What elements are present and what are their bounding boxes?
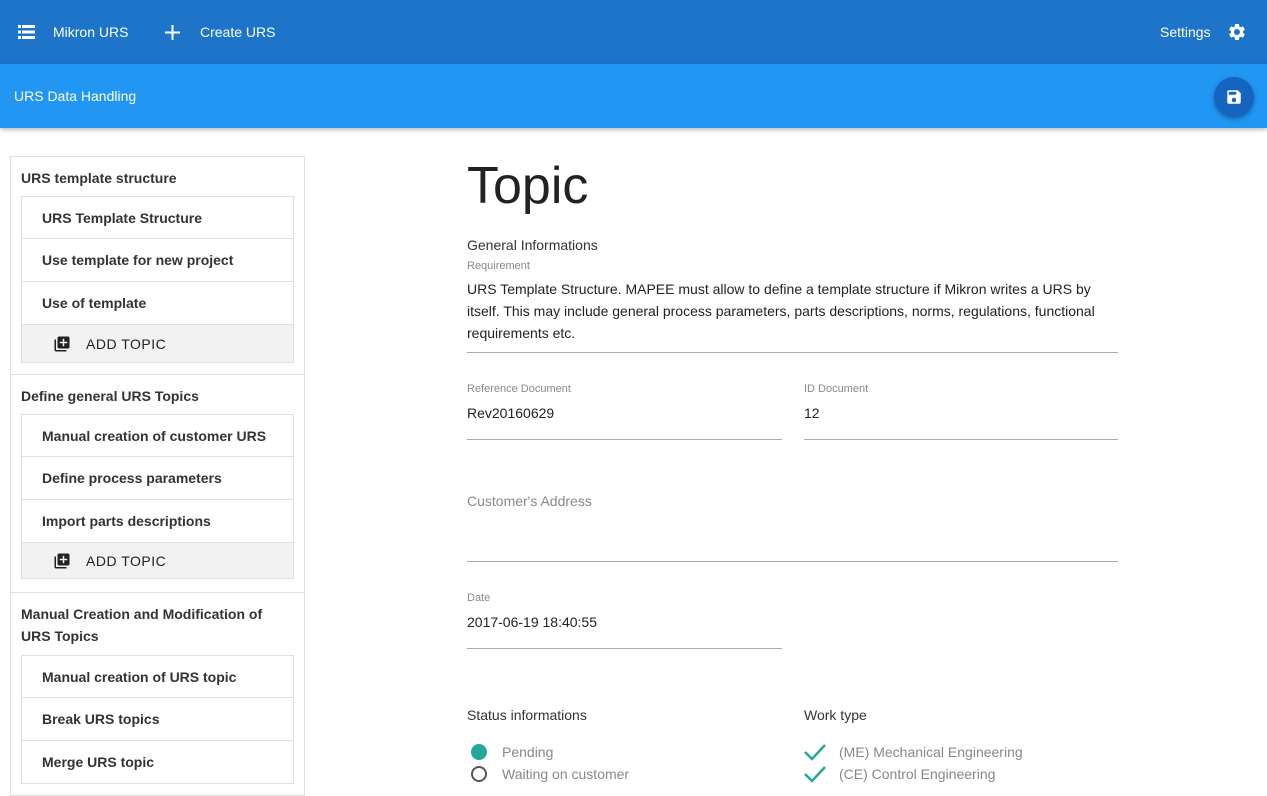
add-topic-label: ADD TOPIC — [86, 335, 167, 352]
sidebar-section-title: Manual Creation and Modification of URS … — [21, 606, 263, 644]
sidebar-topic-item[interactable]: Merge URS topic — [21, 741, 294, 784]
status-radio-waiting[interactable]: Waiting on customer — [471, 766, 629, 782]
page-toolbar-title: URS Data Handling — [14, 88, 137, 104]
sidebar-topic-item[interactable]: Use template for new project — [21, 239, 294, 282]
requirement-textarea[interactable]: URS Template Structure. MAPEE must allow… — [467, 278, 1118, 344]
date-input[interactable]: 2017-06-19 18:40:55 — [467, 611, 782, 633]
sidebar-topic-item[interactable]: Manual creation of URS topic — [21, 655, 294, 698]
check-icon — [804, 743, 826, 761]
requirement-label: Requirement — [467, 260, 530, 272]
settings-button[interactable]: Settings — [1160, 0, 1247, 64]
customer-address-input[interactable]: Customer's Address — [467, 493, 1118, 509]
worktype-option-label: (ME) Mechanical Engineering — [839, 744, 1023, 760]
customer-address-field[interactable]: Customer's Address — [467, 493, 1118, 562]
page-title: Topic — [467, 157, 589, 215]
sidebar-topic-item[interactable]: URS Template Structure — [21, 196, 294, 239]
date-field[interactable]: Date 2017-06-19 18:40:55 — [467, 592, 782, 649]
add-topic-button[interactable]: ADD TOPIC — [21, 543, 294, 579]
requirement-field[interactable]: Requirement URS Template Structure. MAPE… — [467, 260, 1118, 353]
general-informations-label: General Informations — [467, 237, 598, 253]
create-urs-button[interactable]: Create URS — [165, 0, 275, 64]
app-name[interactable]: Mikron URS — [53, 24, 128, 40]
radio-checked-icon — [471, 744, 487, 760]
add-topic-button[interactable]: ADD TOPIC — [21, 325, 294, 363]
sidebar-section: URS template structure URS Template Stru… — [11, 157, 304, 375]
top-app-bar: Mikron URS Create URS Settings — [0, 0, 1267, 64]
status-radio-pending[interactable]: Pending — [471, 744, 553, 760]
gear-icon — [1227, 22, 1247, 42]
sidebar-section: Manual Creation and Modification of URS … — [11, 593, 304, 794]
save-button[interactable] — [1214, 77, 1254, 117]
status-option-label: Pending — [502, 744, 554, 760]
topic-sidebar: URS template structure URS Template Stru… — [10, 156, 305, 796]
date-label: Date — [467, 592, 491, 604]
create-urs-label: Create URS — [200, 24, 276, 40]
sidebar-section-title: Define general URS Topics — [21, 388, 199, 404]
worktype-option-label: (CE) Control Engineering — [839, 766, 996, 782]
reference-document-label: Reference Document — [467, 383, 571, 395]
status-informations-label: Status informations — [467, 707, 587, 723]
id-document-field[interactable]: ID Document 12 — [804, 383, 1118, 440]
id-document-input[interactable]: 12 — [804, 402, 1118, 424]
add-to-queue-icon — [53, 552, 71, 570]
sidebar-topic-item[interactable]: Use of template — [21, 282, 294, 325]
radio-unchecked-icon — [471, 766, 487, 782]
app-menu-button[interactable]: Mikron URS — [18, 0, 128, 64]
worktype-checkbox-ce[interactable]: (CE) Control Engineering — [804, 765, 995, 783]
id-document-label: ID Document — [804, 383, 869, 395]
plus-icon — [165, 24, 180, 40]
sidebar-section-title: URS template structure — [21, 170, 177, 186]
page-toolbar: URS Data Handling — [0, 64, 1267, 128]
worktype-checkbox-me[interactable]: (ME) Mechanical Engineering — [804, 743, 1023, 761]
add-topic-label: ADD TOPIC — [86, 552, 167, 569]
status-option-label: Waiting on customer — [502, 766, 630, 782]
sidebar-topic-item[interactable]: Manual creation of customer URS — [21, 414, 294, 457]
settings-label: Settings — [1160, 24, 1211, 40]
sidebar-topic-item[interactable]: Import parts descriptions — [21, 500, 294, 543]
reference-document-input[interactable]: Rev20160629 — [467, 402, 782, 424]
floppy-disk-icon — [1225, 88, 1243, 106]
reference-document-field[interactable]: Reference Document Rev20160629 — [467, 383, 782, 440]
work-type-label: Work type — [804, 707, 867, 723]
sidebar-section: Define general URS Topics Manual creatio… — [11, 375, 304, 593]
list-icon — [18, 25, 35, 39]
sidebar-topic-item[interactable]: Define process parameters — [21, 457, 294, 500]
add-to-queue-icon — [53, 335, 71, 353]
check-icon — [804, 765, 826, 783]
sidebar-topic-item[interactable]: Break URS topics — [21, 698, 294, 741]
